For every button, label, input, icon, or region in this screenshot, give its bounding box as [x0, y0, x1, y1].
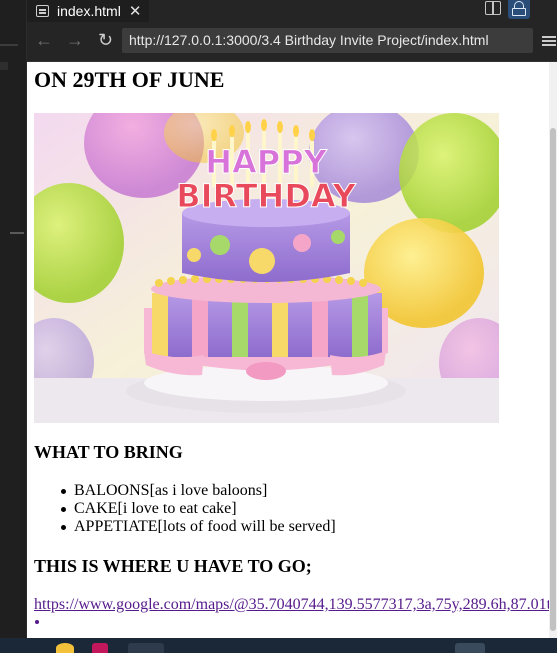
close-icon[interactable]: ✕	[129, 2, 142, 20]
list-item: APPETIATE[lots of food will be served]	[61, 518, 336, 535]
address-bar[interactable]: http://127.0.0.1:3000/3.4 Birthday Invit…	[122, 28, 533, 53]
google-maps-link[interactable]: https://www.google.com/maps/@35.7040744,…	[34, 596, 551, 614]
forward-arrow-icon[interactable]: →	[66, 30, 84, 51]
birthday-cake-image: HAPPY BIRTHDAY	[34, 113, 499, 423]
taskbar	[0, 638, 557, 653]
sidebar-mark	[0, 44, 18, 46]
focus-dot	[35, 620, 39, 624]
editor-sidebar-strip	[0, 0, 27, 653]
webpage-viewport: ON 29TH OF JUNE HAPPY BIRTHDAY WHAT TO B…	[27, 62, 557, 638]
browser-navigation-bar: ← → ↻ http://127.0.0.1:3000/3.4 Birthday…	[27, 22, 557, 62]
list-item: BALOONS[as i love baloons]	[61, 482, 336, 500]
menu-icon[interactable]	[542, 36, 556, 46]
tab-title: index.html	[57, 3, 121, 19]
scrollbar-thumb[interactable]	[550, 128, 556, 631]
split-editor-icon[interactable]	[485, 1, 501, 15]
reload-icon[interactable]: ↻	[98, 30, 113, 51]
sidebar-mark	[0, 62, 8, 70]
file-icon	[36, 5, 49, 17]
taskbar-app-icon[interactable]	[92, 643, 108, 653]
tab-bar: index.html ✕	[27, 0, 557, 22]
cake-text-birthday: BIRTHDAY	[176, 177, 356, 215]
taskbar-app-icon[interactable]	[455, 643, 485, 653]
page-scrollbar[interactable]	[549, 62, 557, 638]
taskbar-app-icon[interactable]	[56, 643, 74, 653]
sidebar-mark	[10, 232, 24, 234]
taskbar-app-icon[interactable]	[128, 643, 164, 653]
where-to-go-heading: THIS IS WHERE U HAVE TO GO;	[34, 556, 312, 576]
what-to-bring-heading: WHAT TO BRING	[34, 442, 183, 462]
back-arrow-icon[interactable]: ←	[35, 30, 53, 51]
tab-index-html[interactable]: index.html ✕	[27, 0, 149, 22]
cake-text-happy: HAPPY	[205, 143, 327, 181]
bring-list: BALOONS[as i love baloons] CAKE[i love t…	[61, 482, 336, 536]
lock-icon[interactable]	[508, 0, 530, 19]
date-heading: ON 29TH OF JUNE	[34, 67, 225, 92]
list-item: CAKE[i love to eat cake]	[61, 500, 336, 518]
lock-body	[512, 8, 526, 16]
